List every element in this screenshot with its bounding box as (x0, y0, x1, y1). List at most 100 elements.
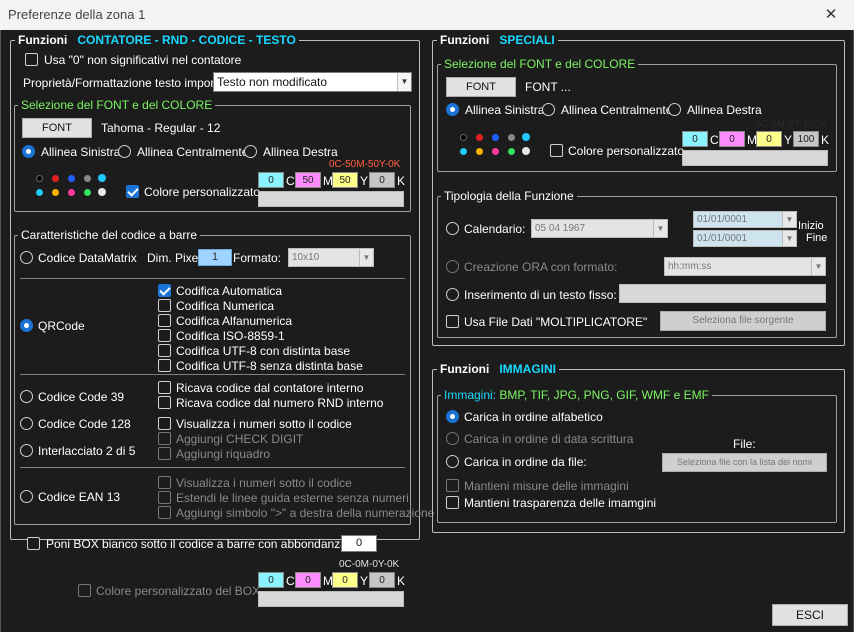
qr-opt-alnum-checkbox[interactable] (158, 314, 171, 327)
right-k-input[interactable]: 100 (793, 131, 819, 147)
box-input[interactable]: 0 (341, 535, 377, 552)
select-names-file-button[interactable]: Seleziona file con la lista dei nomi (662, 453, 827, 472)
right-align-center-radio[interactable] (542, 103, 555, 116)
palette-swatch[interactable] (98, 174, 106, 182)
palette-swatch[interactable] (460, 134, 467, 141)
calendar-radio[interactable] (446, 222, 459, 235)
calendar-select[interactable]: 05 04 1967 ▼ (531, 219, 668, 238)
right-align-left-radio[interactable] (446, 103, 459, 116)
right-font-button[interactable]: FONT (446, 77, 516, 97)
box-checkbox[interactable] (27, 537, 40, 550)
palette-swatch[interactable] (52, 175, 59, 182)
right-align-center-label: Allinea Centralmente (561, 103, 673, 117)
palette-swatch[interactable] (84, 189, 91, 196)
palette-swatch[interactable] (522, 147, 530, 155)
left-m-input[interactable]: 50 (295, 172, 321, 188)
palette-swatch[interactable] (36, 189, 43, 196)
code128-radio[interactable] (20, 417, 33, 430)
code-opt-counter-checkbox[interactable] (158, 381, 171, 394)
palette-swatch[interactable] (84, 175, 91, 182)
interleaved-radio[interactable] (20, 444, 33, 457)
box-y-input[interactable]: 0 (332, 572, 358, 588)
box-color-checkbox[interactable] (78, 584, 91, 597)
qr-opt-utf8-nobom-checkbox[interactable] (158, 359, 171, 372)
ean-opt-symbol-checkbox[interactable] (158, 506, 171, 519)
datamatrix-radio[interactable] (20, 251, 33, 264)
code-opt-check-digit-checkbox[interactable] (158, 432, 171, 445)
right-color-palette[interactable] (460, 133, 530, 158)
hour-radio[interactable] (446, 260, 459, 273)
ean-opt-extend-checkbox[interactable] (158, 491, 171, 504)
palette-swatch[interactable] (476, 134, 483, 141)
keep-size-checkbox[interactable] (446, 479, 459, 492)
palette-swatch[interactable] (522, 133, 530, 141)
left-color-preview (258, 191, 404, 207)
dim-pixel-input[interactable]: 1 (198, 249, 232, 266)
prop-label: Proprietà/Formattazione testo importato (23, 76, 235, 90)
left-c-input[interactable]: 0 (258, 172, 284, 188)
left-align-left-radio[interactable] (22, 145, 35, 158)
left-align-center-label: Allinea Centralmente (137, 145, 249, 159)
code39-radio[interactable] (20, 390, 33, 403)
code-opt-frame-label: Aggiungi riquadro (176, 447, 271, 461)
palette-swatch[interactable] (476, 148, 483, 155)
right-c-input[interactable]: 0 (682, 131, 708, 147)
right-c-label: C (710, 133, 719, 147)
qrcode-radio[interactable] (20, 319, 33, 332)
left-k-input[interactable]: 0 (369, 172, 395, 188)
fixed-text-radio[interactable] (446, 288, 459, 301)
keep-transparency-label: Mantieni trasparenza delle imamgini (464, 496, 657, 510)
palette-swatch[interactable] (68, 189, 75, 196)
use-zero-checkbox[interactable] (25, 53, 38, 66)
qr-opt-iso-checkbox[interactable] (158, 329, 171, 342)
alpha-order-radio[interactable] (446, 410, 459, 423)
box-m-input[interactable]: 0 (295, 572, 321, 588)
palette-swatch[interactable] (68, 175, 75, 182)
right-custom-color-checkbox[interactable] (550, 144, 563, 157)
hour-label: Creazione ORA con formato: (464, 260, 618, 274)
left-color-palette[interactable] (36, 174, 106, 199)
palette-swatch[interactable] (508, 134, 515, 141)
palette-swatch[interactable] (52, 189, 59, 196)
window-titlebar: Preferenze della zona 1 (0, 0, 854, 30)
code-opt-rnd-checkbox[interactable] (158, 396, 171, 409)
hour-select[interactable]: hh:mm:ss ▼ (664, 257, 826, 276)
exit-button[interactable]: ESCI (772, 604, 848, 626)
code-opt-show-numbers-checkbox[interactable] (158, 417, 171, 430)
ean13-radio[interactable] (20, 490, 33, 503)
palette-swatch[interactable] (460, 148, 467, 155)
qr-opt-auto-checkbox[interactable] (158, 284, 171, 297)
palette-swatch[interactable] (492, 148, 499, 155)
qr-opt-alnum-label: Codifica Alfanumerica (176, 314, 293, 328)
prop-select[interactable]: Testo non modificato ▼ (213, 72, 412, 92)
format-select[interactable]: 10x10 ▼ (288, 248, 374, 267)
qr-opt-utf8-bom-checkbox[interactable] (158, 344, 171, 357)
close-icon[interactable]: ✕ (816, 0, 846, 30)
left-align-right-radio[interactable] (244, 145, 257, 158)
left-custom-color-checkbox[interactable] (126, 185, 139, 198)
right-align-right-radio[interactable] (668, 103, 681, 116)
date-start-picker[interactable]: 01/01/0001 ▼ (693, 211, 797, 228)
code-opt-frame-checkbox[interactable] (158, 447, 171, 460)
palette-swatch[interactable] (98, 188, 106, 196)
palette-swatch[interactable] (508, 148, 515, 155)
left-font-button[interactable]: FONT (22, 118, 92, 138)
data-file-checkbox[interactable] (446, 315, 459, 328)
date-end-picker[interactable]: 01/01/0001 ▼ (693, 230, 797, 247)
barcode-legend: Caratteristiche del codice a barre (18, 228, 201, 242)
fixed-text-input[interactable] (619, 284, 826, 303)
right-y-input[interactable]: 0 (756, 131, 782, 147)
file-order-radio[interactable] (446, 455, 459, 468)
date-order-radio[interactable] (446, 432, 459, 445)
left-y-input[interactable]: 50 (332, 172, 358, 188)
ean-opt-show-numbers-checkbox[interactable] (158, 476, 171, 489)
palette-swatch[interactable] (492, 134, 499, 141)
left-align-center-radio[interactable] (118, 145, 131, 158)
box-k-input[interactable]: 0 (369, 572, 395, 588)
select-source-file-button[interactable]: Seleziona file sorgente (660, 311, 826, 331)
palette-swatch[interactable] (36, 175, 43, 182)
box-c-input[interactable]: 0 (258, 572, 284, 588)
keep-transparency-checkbox[interactable] (446, 496, 459, 509)
qr-opt-numeric-checkbox[interactable] (158, 299, 171, 312)
right-m-input[interactable]: 0 (719, 131, 745, 147)
